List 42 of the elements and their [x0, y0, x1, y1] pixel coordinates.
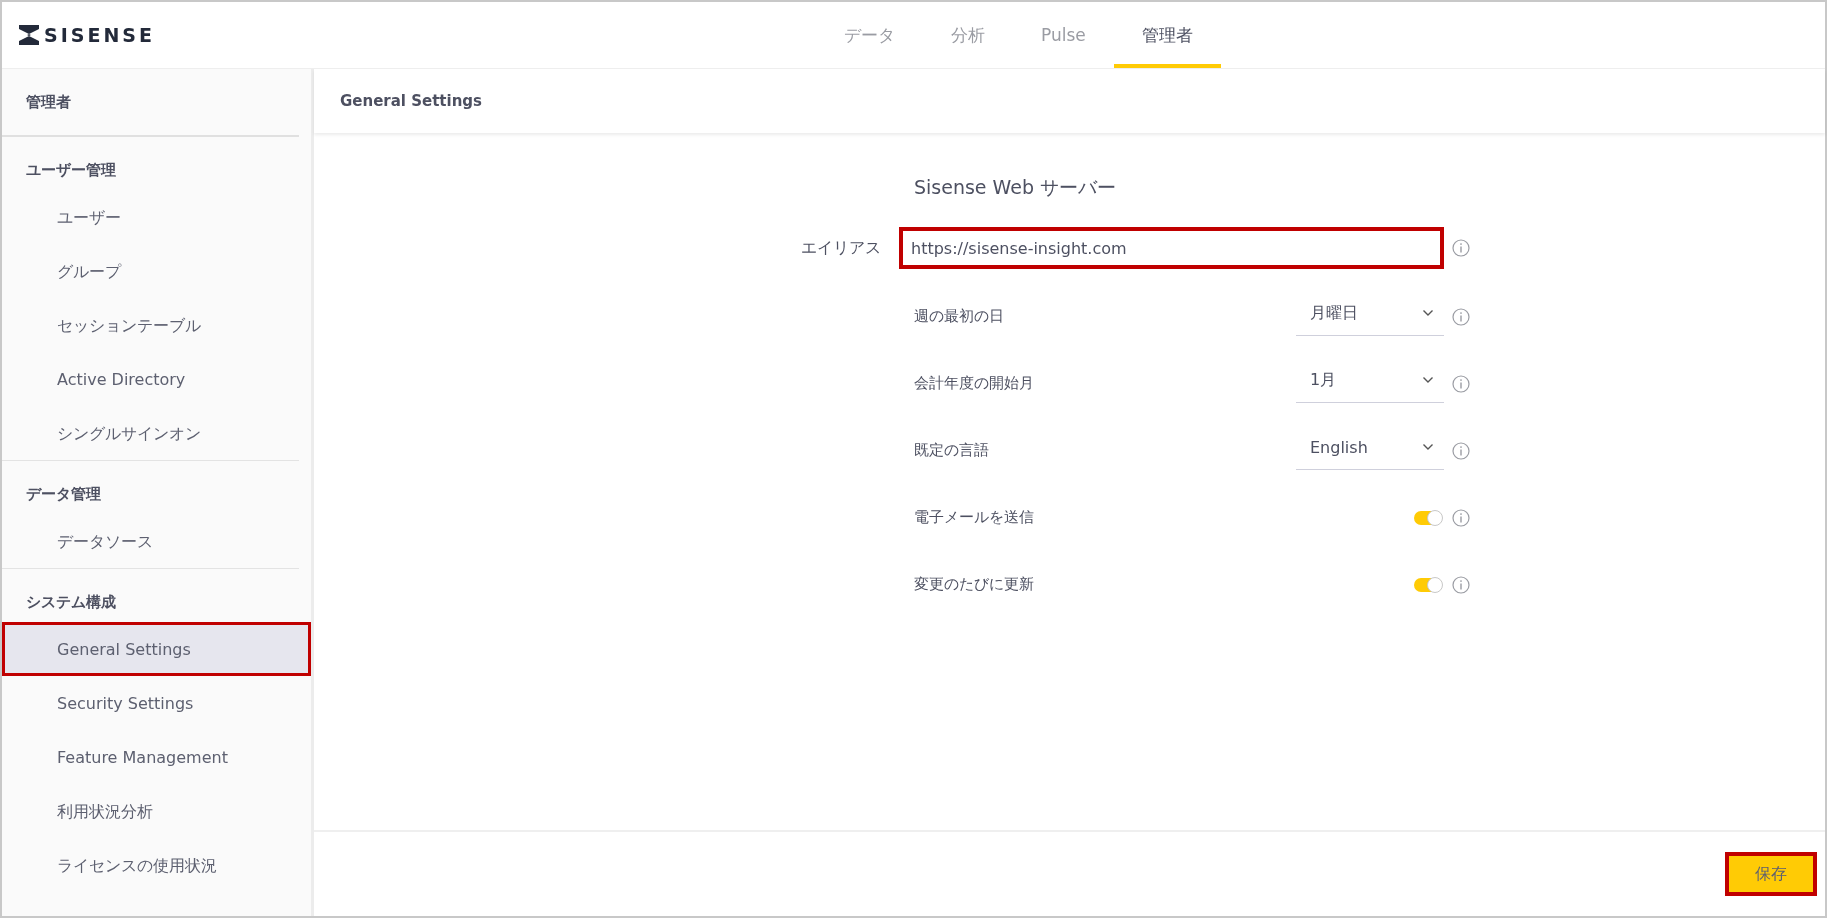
- info-icon[interactable]: [1452, 239, 1470, 257]
- dropdown[interactable]: 1月: [1296, 364, 1444, 403]
- sidebar-item[interactable]: Feature Management: [2, 730, 311, 784]
- info-icon[interactable]: [1452, 307, 1470, 326]
- setting-label: 週の最初の日: [914, 307, 1004, 326]
- info-icon[interactable]: [1452, 508, 1470, 527]
- sidebar-item[interactable]: General Settings: [2, 622, 311, 676]
- chevron-down-icon: [1422, 309, 1434, 317]
- field-label: エイリアス: [800, 237, 882, 259]
- save-button[interactable]: 保存: [1725, 852, 1817, 896]
- sidebar-item[interactable]: 利用状況分析: [2, 784, 311, 838]
- sidebar-item[interactable]: ユーザー: [2, 190, 311, 244]
- logo-wordmark: SISENSE: [44, 24, 155, 46]
- page-title: General Settings: [340, 92, 483, 110]
- info-icon[interactable]: [1452, 374, 1470, 393]
- sidebar-item[interactable]: セッションテーブル: [2, 298, 311, 352]
- chevron-down-icon: [1422, 443, 1434, 451]
- sidebar-item[interactable]: グループ: [2, 244, 311, 298]
- setting-label: 変更のたびに更新: [914, 575, 1034, 594]
- setting-label: 電子メールを送信: [914, 508, 1034, 527]
- info-icon[interactable]: [1452, 575, 1470, 594]
- nav-tab[interactable]: 管理者: [1113, 2, 1221, 68]
- sidebar-item[interactable]: データソース: [2, 514, 311, 568]
- dropdown[interactable]: English: [1296, 431, 1444, 470]
- setting-label: 既定の言語: [914, 441, 989, 460]
- sidebar-title: 管理者: [26, 92, 71, 112]
- sidebar-item[interactable]: シングルサインオン: [2, 406, 311, 460]
- toggle-switch[interactable]: [1414, 577, 1442, 592]
- section-title: Sisense Web サーバー: [913, 175, 1118, 200]
- toggle-switch[interactable]: [1414, 510, 1442, 525]
- sidebar-item[interactable]: ライセンスの使用状況: [2, 838, 311, 892]
- dropdown[interactable]: 月曜日: [1296, 297, 1444, 336]
- sidebar-item[interactable]: Security Settings: [2, 676, 311, 730]
- sidebar-section-heading: データ管理: [25, 484, 102, 505]
- sidebar-section-heading: システム構成: [25, 592, 117, 613]
- alias-input-field[interactable]: https://sisense-insight.com: [899, 227, 1444, 269]
- info-icon[interactable]: [1452, 441, 1470, 460]
- sidebar-item[interactable]: Active Directory: [2, 352, 311, 406]
- setting-label: 会計年度の開始月: [914, 374, 1034, 393]
- sidebar-section-heading: ユーザー管理: [25, 160, 117, 181]
- logo-icon: [18, 24, 40, 46]
- chevron-down-icon: [1422, 376, 1434, 384]
